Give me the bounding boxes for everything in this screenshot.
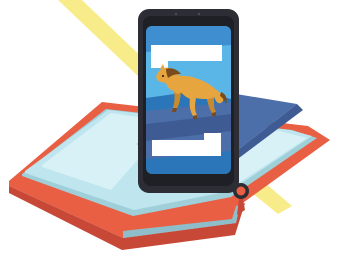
illustration-canvas <box>9 0 330 250</box>
ar-book-illustration <box>0 0 337 254</box>
smartphone-icon <box>138 9 239 193</box>
